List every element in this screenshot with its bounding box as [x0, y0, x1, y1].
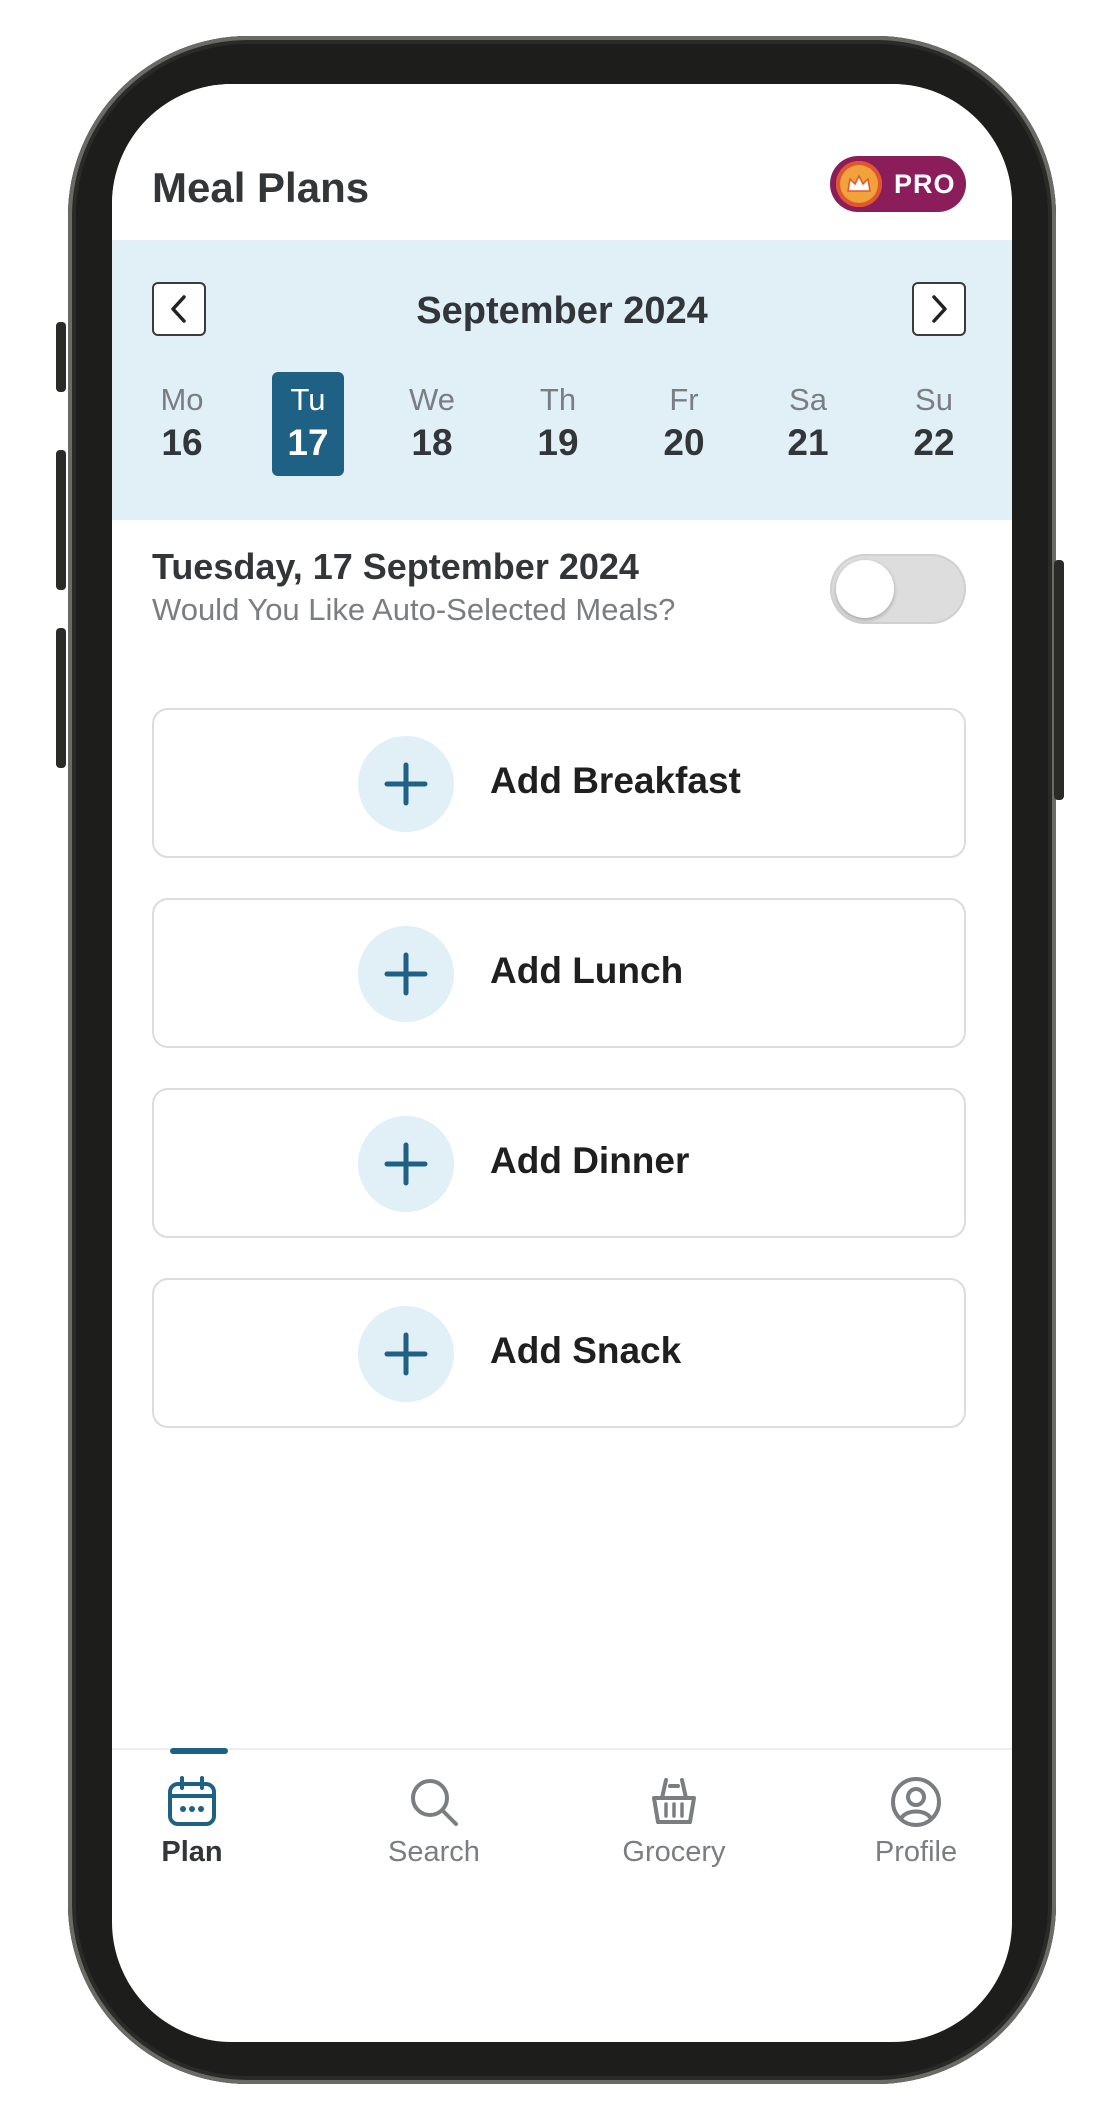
day-abbr: Sa — [789, 382, 827, 417]
day-abbr: Tu — [290, 382, 326, 417]
day-number: 21 — [787, 422, 829, 463]
day-number: 19 — [537, 422, 579, 463]
day-abbr: Th — [539, 382, 577, 417]
add-dinner-button[interactable]: Add Dinner — [152, 1088, 966, 1238]
phone-mute-switch — [56, 322, 66, 392]
toggle-knob — [836, 560, 894, 618]
day-monday[interactable]: Mo 16 — [146, 372, 218, 476]
nav-plan[interactable]: Plan — [112, 1748, 272, 1900]
calendar-icon — [168, 1776, 216, 1826]
day-number: 22 — [913, 422, 955, 463]
day-thursday[interactable]: Th 19 — [522, 372, 594, 476]
page-title: Meal Plans — [152, 164, 370, 211]
search-icon — [411, 1779, 458, 1826]
nav-profile[interactable]: Profile — [836, 1750, 996, 1900]
next-week-button[interactable] — [912, 282, 966, 336]
add-lunch-button[interactable]: Add Lunch — [152, 898, 966, 1048]
selected-date-title: Tuesday, 17 September 2024 — [152, 546, 639, 587]
add-breakfast-button[interactable]: Add Breakfast — [152, 708, 966, 858]
meal-label: Add Breakfast — [490, 760, 741, 801]
meal-label: Add Snack — [490, 1330, 682, 1371]
plus-icon — [358, 1306, 454, 1402]
day-abbr: Su — [915, 382, 953, 417]
plus-icon — [358, 736, 454, 832]
nav-label: Plan — [161, 1836, 223, 1868]
plus-icon — [358, 926, 454, 1022]
crown-icon — [836, 161, 882, 207]
day-sunday[interactable]: Su 22 — [898, 372, 970, 476]
day-wednesday[interactable]: We 18 — [396, 372, 468, 476]
week-calendar: September 2024 Mo 16 Tu 17 We 18 Th 19 F… — [112, 240, 1012, 520]
pro-label: PRO — [894, 168, 956, 199]
day-number: 17 — [287, 422, 329, 463]
profile-icon — [891, 1777, 941, 1827]
app-header: Meal Plans PRO — [112, 84, 1012, 240]
day-friday[interactable]: Fr 20 — [648, 372, 720, 476]
day-number: 18 — [411, 422, 453, 463]
auto-select-toggle[interactable] — [830, 554, 966, 624]
day-abbr: We — [409, 382, 455, 417]
day-tuesday-selected[interactable]: Tu 17 — [272, 372, 344, 476]
meal-label: Add Dinner — [490, 1140, 690, 1181]
day-abbr: Fr — [669, 382, 699, 417]
nav-label: Grocery — [622, 1836, 726, 1868]
day-number: 16 — [161, 422, 203, 463]
month-label: September 2024 — [416, 290, 708, 332]
nav-search[interactable]: Search — [354, 1750, 514, 1900]
phone-volume-up — [56, 450, 66, 590]
basket-icon — [652, 1778, 696, 1824]
phone-power-button — [1054, 560, 1064, 800]
day-abbr: Mo — [160, 382, 204, 417]
meal-label: Add Lunch — [490, 950, 684, 991]
auto-select-question: Would You Like Auto-Selected Meals? — [152, 592, 676, 627]
pro-badge[interactable]: PRO — [830, 156, 966, 212]
day-saturday[interactable]: Sa 21 — [772, 372, 844, 476]
chevron-right-icon — [932, 295, 947, 323]
nav-label: Search — [388, 1836, 480, 1868]
phone-volume-down — [56, 628, 66, 768]
phone-screen: Meal Plans PRO September 2024 Mo 16 Tu 1… — [112, 84, 1012, 2042]
nav-label: Profile — [874, 1836, 958, 1868]
nav-grocery[interactable]: Grocery — [594, 1750, 754, 1900]
add-snack-button[interactable]: Add Snack — [152, 1278, 966, 1428]
bottom-navigation: Plan Search Grocery Profile — [112, 1748, 1012, 1900]
day-number: 20 — [663, 422, 705, 463]
plus-icon — [358, 1116, 454, 1212]
active-tab-indicator — [170, 1748, 228, 1754]
